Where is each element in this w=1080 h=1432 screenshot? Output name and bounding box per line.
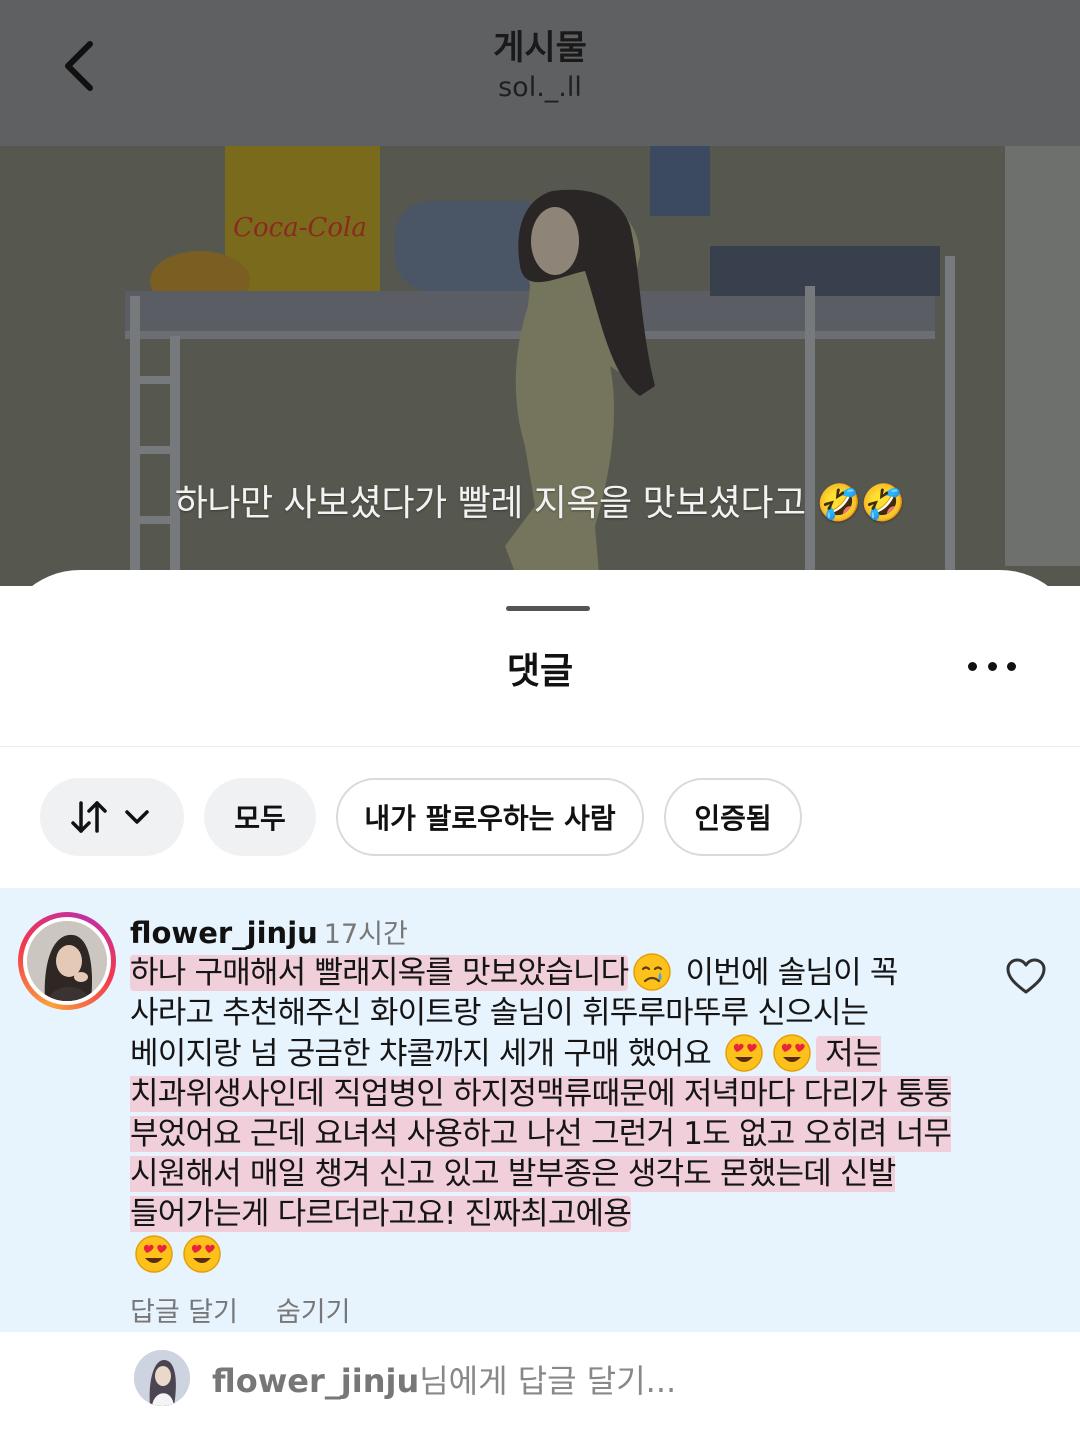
reply-input[interactable]: flower_jinju님에게 답글 달기... <box>212 1356 676 1402</box>
comment-text-highlighted: 하나 구매해서 빨래지옥를 맛보았습니다 <box>130 955 629 991</box>
post-author-username[interactable]: sol._.ll <box>0 72 1080 103</box>
comment-username[interactable]: flower_jinju <box>130 916 318 950</box>
comment-header: flower_jinju 17시간 <box>130 912 408 951</box>
heart-eyes-emoji <box>135 1235 173 1273</box>
drag-handle[interactable] <box>506 606 590 611</box>
comments-sheet: 댓글 모두 내가 팔로우하는 사람 인증됨 flower_jinju 17시간 … <box>0 570 1080 1432</box>
comment-body: 하나 구매해서 빨래지옥를 맛보았습니다 이번에 솔님이 꼭 사라고 추천해주신… <box>130 952 960 1275</box>
post-image[interactable]: Coca-Cola 하나만 사보셨다가 빨레 지옥을 맛보셨다고 🤣🤣 <box>0 146 1080 586</box>
reply-placeholder: 님에게 답글 달기... <box>419 1362 677 1400</box>
commenter-avatar[interactable] <box>18 912 116 1010</box>
heart-eyes-emoji <box>773 1034 811 1072</box>
more-options-icon[interactable] <box>968 656 1016 676</box>
heart-icon[interactable] <box>1004 956 1048 996</box>
comment-timestamp: 17시간 <box>323 919 408 950</box>
sort-icon <box>71 801 149 833</box>
heart-eyes-emoji <box>725 1034 763 1072</box>
sheet-title: 댓글 <box>506 651 574 692</box>
comment-actions: 답글 달기 숨기기 <box>130 1290 350 1329</box>
reply-composer: flower_jinju님에게 답글 달기... <box>0 1332 1080 1432</box>
page-title: 게시물 <box>493 28 587 68</box>
sort-button[interactable] <box>40 778 184 856</box>
filter-following-chip[interactable]: 내가 팔로우하는 사람 <box>336 778 644 856</box>
comment-item: flower_jinju 17시간 하나 구매해서 빨래지옥를 맛보았습니다 이번… <box>0 888 1080 1332</box>
filter-verified-chip[interactable]: 인증됨 <box>664 778 802 856</box>
hide-button[interactable]: 숨기기 <box>276 1297 351 1328</box>
filter-all-chip[interactable]: 모두 <box>204 778 316 856</box>
reply-target-username: flower_jinju <box>212 1362 420 1400</box>
svg-text:Coca-Cola: Coca-Cola <box>233 213 367 243</box>
my-avatar <box>134 1350 190 1406</box>
reply-button[interactable]: 답글 달기 <box>130 1297 238 1328</box>
top-bar: 게시물 sol._.ll <box>0 0 1080 146</box>
divider <box>0 746 1080 747</box>
post-caption: 하나만 사보셨다가 빨레 지옥을 맛보셨다고 🤣🤣 <box>174 483 906 524</box>
heart-eyes-emoji <box>183 1235 221 1273</box>
crying-face-emoji <box>633 953 672 991</box>
